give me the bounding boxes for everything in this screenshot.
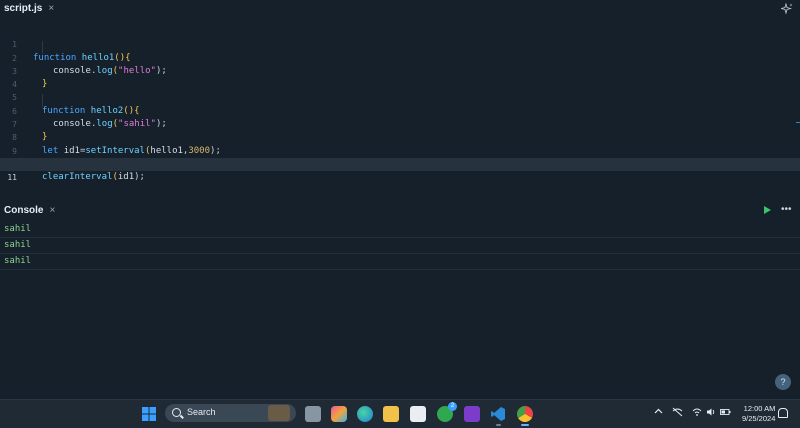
sparkle-icon[interactable] — [781, 3, 793, 15]
volume-icon[interactable] — [706, 407, 716, 417]
code-editor[interactable]: 1 function hello1(){ 2 console.log("hell… — [0, 22, 800, 198]
console-output-line: sahil — [0, 253, 800, 270]
code-line-6[interactable]: 6 console.log("sahil"); — [0, 92, 800, 129]
more-options-icon[interactable]: ••• — [781, 204, 792, 215]
code-line-2[interactable]: 2 console.log("hello"); — [0, 38, 800, 76]
network-off-icon[interactable] — [672, 407, 683, 417]
console-output-line: sahil — [0, 237, 800, 254]
line-number: 11 — [7, 173, 17, 183]
token-argument: id1 — [117, 172, 135, 183]
code-line-9[interactable]: 9 let id2=setInterval(hello2,3000); — [0, 131, 800, 169]
file-explorer-icon[interactable] — [383, 406, 399, 422]
tab-label: script.js — [4, 3, 43, 14]
code-line-5[interactable]: 5 function hello2(){ — [0, 78, 800, 115]
task-view-icon[interactable] — [305, 406, 321, 422]
token-function-call: clearInterval — [42, 172, 113, 183]
search-label: Search — [187, 407, 216, 417]
code-line-3[interactable]: 3 } — [0, 52, 800, 89]
help-button[interactable]: ? — [775, 374, 791, 390]
token-punct: ); — [134, 172, 145, 183]
tab-console[interactable]: Console × — [4, 205, 55, 216]
console-header: Console × ••• — [0, 202, 800, 218]
code-line-7[interactable]: 7 } — [0, 105, 800, 142]
code-line-11[interactable]: 11 — [0, 158, 800, 182]
code-line-1[interactable]: 1 function hello1(){ — [0, 25, 800, 62]
console-output-text: sahil — [4, 224, 32, 234]
search-icon — [172, 408, 181, 417]
close-icon[interactable]: × — [48, 3, 54, 14]
taskbar: Search 2 12:00 AM 9/25/2024 — [0, 399, 800, 428]
notification-badge: 2 — [448, 402, 457, 411]
notification-bell-icon[interactable] — [778, 408, 788, 418]
battery-icon[interactable] — [720, 407, 731, 417]
taskbar-search[interactable]: Search — [165, 404, 296, 422]
search-highlight-icon — [268, 405, 290, 421]
clock-date: 9/25/2024 — [742, 414, 776, 423]
active-indicator — [521, 424, 529, 426]
console-output-text: sahil — [4, 240, 32, 250]
console-output-text: sahil — [4, 256, 32, 266]
chrome-icon[interactable] — [517, 406, 533, 422]
running-indicator — [496, 424, 501, 426]
console-output-line: sahil — [0, 221, 800, 238]
tab-script-js[interactable]: script.js × — [4, 3, 54, 14]
code-line-8[interactable]: 8 let id1=setInterval(hello1,3000); — [0, 118, 800, 155]
microsoft-store-icon[interactable] — [410, 406, 426, 422]
console-tab-label: Console — [4, 205, 44, 216]
system-clock[interactable]: 12:00 AM 9/25/2024 — [742, 404, 775, 424]
xbox-icon[interactable]: 2 — [437, 402, 457, 422]
edge-icon[interactable] — [357, 406, 373, 422]
app-icon[interactable] — [464, 406, 480, 422]
chevron-up-icon[interactable] — [654, 407, 663, 416]
close-icon[interactable]: × — [49, 205, 55, 216]
wifi-icon[interactable] — [692, 407, 702, 417]
code-line-10[interactable]: 10 clearInterval(id1); — [0, 145, 800, 182]
copilot-icon[interactable] — [331, 406, 347, 422]
windows-start-icon[interactable] — [141, 406, 157, 422]
scrollbar-marker[interactable] — [796, 122, 800, 123]
editor-tabbar: script.js × — [0, 0, 800, 20]
vscode-icon[interactable] — [490, 406, 506, 422]
run-icon[interactable] — [764, 206, 771, 214]
code-line-4[interactable]: 4 — [0, 65, 800, 89]
clock-time: 12:00 AM — [743, 404, 776, 413]
